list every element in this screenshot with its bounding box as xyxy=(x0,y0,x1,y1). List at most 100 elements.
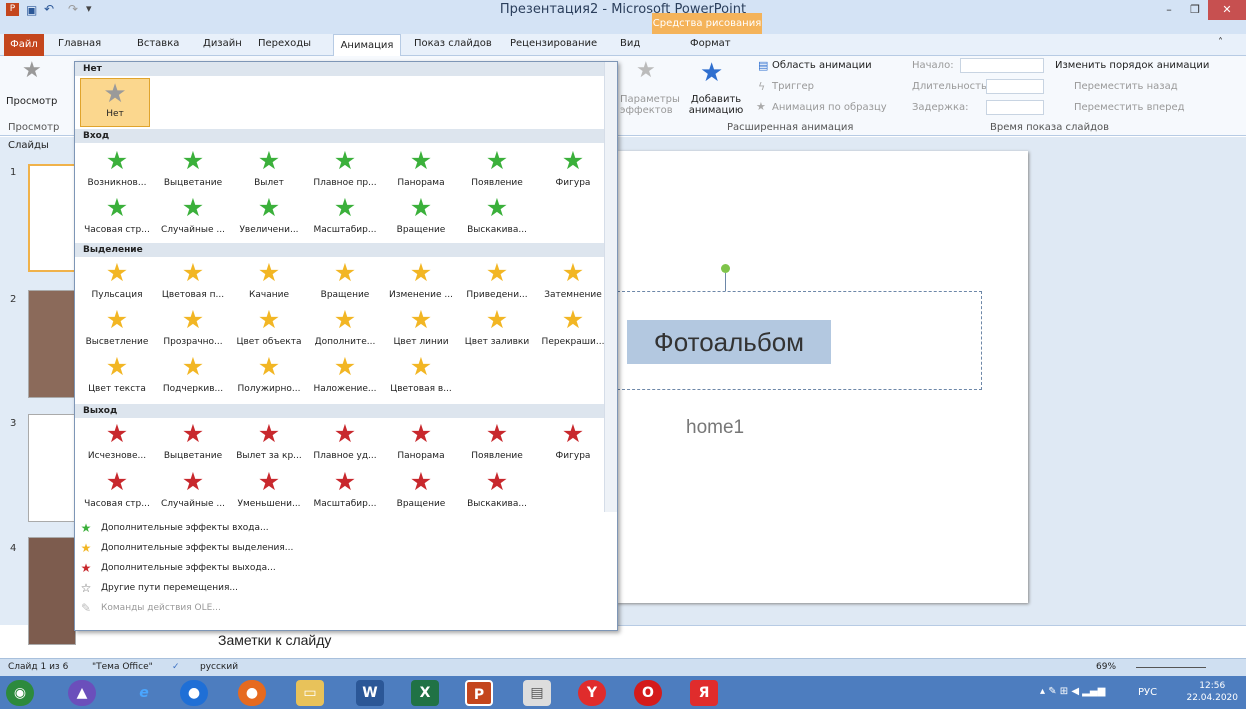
word-icon[interactable]: W xyxy=(356,680,384,706)
effect-emphasis-item[interactable]: ★ Дополните... xyxy=(307,305,383,347)
duration-spinner[interactable] xyxy=(986,79,1044,94)
effect-exit-item[interactable]: ★ Часовая стр... xyxy=(79,467,155,509)
move-forward-button[interactable]: Переместить вперед xyxy=(1074,102,1185,113)
slide-thumbnail-1[interactable] xyxy=(28,164,76,272)
effect-emphasis-item[interactable]: ★ Цвет объекта xyxy=(231,305,307,347)
effect-entrance-item[interactable]: ★ Часовая стр... xyxy=(79,193,155,235)
tab-animations[interactable]: Анимация xyxy=(333,34,401,57)
effect-entrance-item[interactable]: ★ Вращение xyxy=(383,193,459,235)
animation-pane-button[interactable]: Область анимации xyxy=(772,60,872,71)
effect-emphasis-item[interactable]: ★ Цветовая п... xyxy=(155,258,231,300)
effect-emphasis-item[interactable]: ★ Цвет текста xyxy=(79,352,155,394)
spellcheck-icon[interactable]: ✓ xyxy=(172,662,180,672)
tab-review[interactable]: Рецензирование xyxy=(510,38,597,49)
language-indicator[interactable]: русский xyxy=(200,662,238,672)
effect-exit-item[interactable]: ★ Вращение xyxy=(383,467,459,509)
animation-painter-button[interactable]: Анимация по образцу xyxy=(772,102,887,113)
effect-entrance-item[interactable]: ★ Появление xyxy=(459,146,535,188)
app-icon[interactable]: ▲ xyxy=(68,680,96,706)
ribbon-minimize-icon[interactable]: ˄ xyxy=(1218,37,1223,48)
tab-format[interactable]: Формат xyxy=(690,38,731,49)
effect-exit-item[interactable]: ★ Вылет за кр... xyxy=(231,419,307,461)
zoom-slider[interactable] xyxy=(1136,667,1206,668)
effect-emphasis-item[interactable]: ★ Приведени... xyxy=(459,258,535,300)
effect-exit-item[interactable]: ★ Исчезнове... xyxy=(79,419,155,461)
powerpoint-taskbar-icon[interactable]: P xyxy=(465,680,493,706)
tab-insert[interactable]: Вставка xyxy=(137,38,179,49)
effect-exit-item[interactable]: ★ Уменьшени... xyxy=(231,467,307,509)
notepad-icon[interactable]: ▤ xyxy=(523,680,551,706)
slide-thumbnail-3[interactable] xyxy=(28,414,76,522)
effect-emphasis-item[interactable]: ★ Цвет линии xyxy=(383,305,459,347)
effect-params-button[interactable]: Параметры эффектов xyxy=(620,94,680,116)
slides-panel-tab[interactable]: Слайды xyxy=(8,140,49,151)
tab-slideshow[interactable]: Показ слайдов xyxy=(414,38,492,49)
slide-thumbnail-4[interactable] xyxy=(28,537,76,645)
effect-emphasis-item[interactable]: ★ Полужирно... xyxy=(231,352,307,394)
tab-design[interactable]: Дизайн xyxy=(203,38,242,49)
zoom-level[interactable]: 69% xyxy=(1096,662,1116,672)
tab-home[interactable]: Главная xyxy=(58,38,101,49)
effect-exit-item[interactable]: ★ Панорама xyxy=(383,419,459,461)
effect-exit-item[interactable]: ★ Появление xyxy=(459,419,535,461)
file-explorer-icon[interactable]: ▭ xyxy=(296,680,324,706)
slide-thumbnail-2[interactable] xyxy=(28,290,76,398)
effect-exit-item[interactable]: ★ Плавное уд... xyxy=(307,419,383,461)
ole-action-verbs[interactable]: ✎ Команды действия OLE... xyxy=(79,600,221,616)
effect-exit-item[interactable]: ★ Выскакива... xyxy=(459,467,535,509)
preview-button[interactable]: Просмотр xyxy=(6,96,57,107)
restore-button[interactable]: ❐ xyxy=(1182,0,1208,20)
tray-icons[interactable]: ▴ ✎ ⊞ ◀ ▂▄▆ xyxy=(1040,686,1105,697)
effect-emphasis-item[interactable]: ★ Цветовая в... xyxy=(383,352,459,394)
effect-emphasis-item[interactable]: ★ Изменение ... xyxy=(383,258,459,300)
clock[interactable]: 12:56 22.04.2020 xyxy=(1186,680,1238,704)
effect-emphasis-item[interactable]: ★ Цвет заливки xyxy=(459,305,535,347)
effect-exit-item[interactable]: ★ Выцветание xyxy=(155,419,231,461)
tab-transitions[interactable]: Переходы xyxy=(258,38,311,49)
effect-entrance-item[interactable]: ★ Фигура xyxy=(535,146,611,188)
tab-view[interactable]: Вид xyxy=(620,38,640,49)
more-entrance-effects[interactable]: ★ Дополнительные эффекты входа... xyxy=(79,520,269,536)
effect-emphasis-item[interactable]: ★ Затемнение xyxy=(535,258,611,300)
effect-entrance-item[interactable]: ★ Увеличени... xyxy=(231,193,307,235)
slide-subtitle-text[interactable]: home1 xyxy=(686,417,744,439)
yandex-browser-icon[interactable]: Y xyxy=(578,680,606,706)
effect-entrance-item[interactable]: ★ Вылет xyxy=(231,146,307,188)
effect-emphasis-item[interactable]: ★ Подчеркив... xyxy=(155,352,231,394)
effect-emphasis-item[interactable]: ★ Высветление xyxy=(79,305,155,347)
start-button-icon[interactable]: ◉ xyxy=(6,680,34,706)
theme-name[interactable]: "Тема Office" xyxy=(92,662,153,672)
tab-file[interactable]: Файл xyxy=(4,34,44,56)
effect-none[interactable]: ★ Нет xyxy=(80,78,150,127)
effect-entrance-item[interactable]: ★ Возникнов... xyxy=(79,146,155,188)
effect-emphasis-item[interactable]: ★ Наложение... xyxy=(307,352,383,394)
language-tray[interactable]: РУС xyxy=(1138,687,1157,698)
move-back-button[interactable]: Переместить назад xyxy=(1074,81,1178,92)
internet-explorer-icon[interactable]: e xyxy=(130,680,158,706)
rotation-handle[interactable] xyxy=(721,264,730,273)
more-exit-effects[interactable]: ★ Дополнительные эффекты выхода... xyxy=(79,560,276,576)
effect-emphasis-item[interactable]: ★ Вращение xyxy=(307,258,383,300)
opera-icon[interactable]: O xyxy=(634,680,662,706)
effect-emphasis-item[interactable]: ★ Перекраши... xyxy=(535,305,611,347)
effect-entrance-item[interactable]: ★ Масштабир... xyxy=(307,193,383,235)
effect-entrance-item[interactable]: ★ Выцветание xyxy=(155,146,231,188)
yandex-icon[interactable]: Я xyxy=(690,680,718,706)
effect-exit-item[interactable]: ★ Масштабир... xyxy=(307,467,383,509)
effect-exit-item[interactable]: ★ Фигура xyxy=(535,419,611,461)
effect-emphasis-item[interactable]: ★ Пульсация xyxy=(79,258,155,300)
effect-entrance-item[interactable]: ★ Плавное пр... xyxy=(307,146,383,188)
effect-entrance-item[interactable]: ★ Панорама xyxy=(383,146,459,188)
trigger-button[interactable]: Триггер xyxy=(772,81,814,92)
more-motion-paths[interactable]: ☆ Другие пути перемещения... xyxy=(79,580,238,596)
effect-entrance-item[interactable]: ★ Случайные ... xyxy=(155,193,231,235)
add-animation-button[interactable]: Добавить анимацию xyxy=(686,94,746,116)
effect-entrance-item[interactable]: ★ Выскакива... xyxy=(459,193,535,235)
minimize-button[interactable]: – xyxy=(1156,0,1182,20)
more-emphasis-effects[interactable]: ★ Дополнительные эффекты выделения... xyxy=(79,540,294,556)
slide-title-text[interactable]: Фотоальбом xyxy=(627,320,831,364)
delay-spinner[interactable] xyxy=(986,100,1044,115)
close-button[interactable]: ✕ xyxy=(1208,0,1246,20)
effect-emphasis-item[interactable]: ★ Прозрачно... xyxy=(155,305,231,347)
excel-icon[interactable]: X xyxy=(411,680,439,706)
